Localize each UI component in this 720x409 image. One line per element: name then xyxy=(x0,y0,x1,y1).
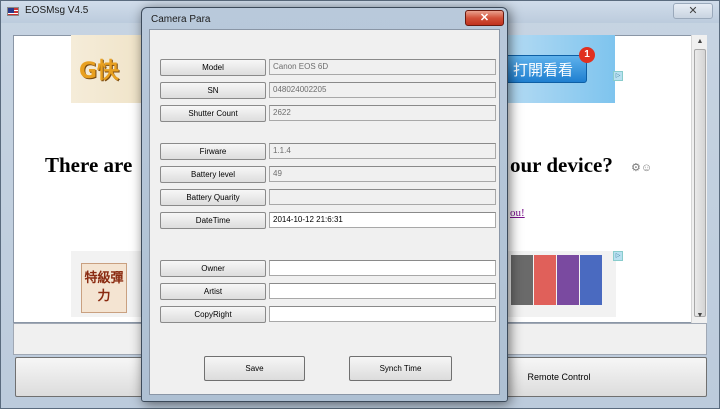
product-image xyxy=(511,255,533,305)
owner-field[interactable] xyxy=(269,260,496,276)
app-flag-icon xyxy=(7,7,19,16)
battery-level-label[interactable]: Battery level xyxy=(160,166,266,183)
content-link[interactable]: ou! xyxy=(510,207,525,219)
headline-left: There are xyxy=(45,153,133,177)
dialog-close-button[interactable]: ✕ xyxy=(465,10,504,26)
product-image xyxy=(534,255,556,305)
datetime-field[interactable]: 2014-10-12 21:6:31 xyxy=(269,212,496,228)
battery-quarity-field xyxy=(269,189,496,205)
scroll-thumb[interactable] xyxy=(694,49,706,317)
sn-label[interactable]: SN xyxy=(160,82,266,99)
copyright-field[interactable] xyxy=(269,306,496,322)
battery-level-field: 49 xyxy=(269,166,496,182)
owner-label[interactable]: Owner xyxy=(160,260,266,277)
camera-para-dialog: Camera Para ✕ Model Canon EOS 6D SN 0480… xyxy=(141,7,508,402)
scroll-up-icon[interactable]: ▲ xyxy=(692,35,708,49)
scroll-down-icon[interactable]: ▼ xyxy=(692,309,708,323)
emoji-icon: ⚙☺ xyxy=(631,162,653,174)
artist-label[interactable]: Artist xyxy=(160,283,266,300)
datetime-label[interactable]: DateTime xyxy=(160,212,266,229)
dialog-body: Model Canon EOS 6D SN 048024002205 Shutt… xyxy=(149,29,500,395)
headline-right: our device? xyxy=(510,153,613,177)
model-field: Canon EOS 6D xyxy=(269,59,496,75)
artist-field[interactable] xyxy=(269,283,496,299)
copyright-label[interactable]: CopyRight xyxy=(160,306,266,323)
vertical-scrollbar[interactable]: ▲ ▼ xyxy=(691,35,707,323)
firmware-field: 1.1.4 xyxy=(269,143,496,159)
product-image xyxy=(557,255,579,305)
ad-choices-icon[interactable]: ▷ xyxy=(613,71,623,81)
ad-text: 特級彈力 xyxy=(81,263,127,313)
save-button[interactable]: Save xyxy=(204,356,305,381)
shutter-count-label[interactable]: Shutter Count xyxy=(160,105,266,122)
firmware-label[interactable]: Firware xyxy=(160,143,266,160)
product-image xyxy=(580,255,602,305)
shutter-count-field: 2622 xyxy=(269,105,496,121)
model-label[interactable]: Model xyxy=(160,59,266,76)
window-title: EOSMsg V4.5 xyxy=(25,5,89,16)
ad-logo: G快 xyxy=(79,59,120,84)
sn-field: 048024002205 xyxy=(269,82,496,98)
ad-badge: 1 xyxy=(579,47,595,63)
window-close-button[interactable]: ✕ xyxy=(673,3,713,19)
ad-choices-icon[interactable]: ▷ xyxy=(613,251,623,261)
ad-open-button[interactable]: 打開看看 xyxy=(499,55,587,83)
dialog-title: Camera Para xyxy=(151,14,211,25)
battery-quarity-label[interactable]: Battery Quarity xyxy=(160,189,266,206)
synch-time-button[interactable]: Synch Time xyxy=(349,356,452,381)
